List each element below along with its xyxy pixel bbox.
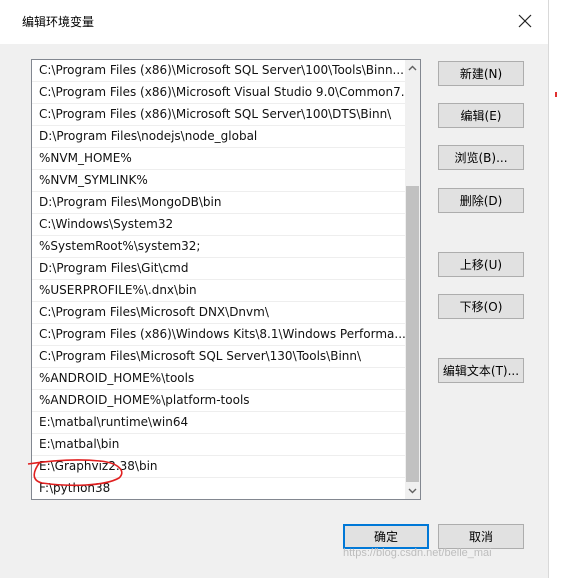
browse-button[interactable]: 浏览(B)... xyxy=(438,145,524,170)
path-list-item[interactable]: D:\Program Files\nodejs\node_global xyxy=(32,126,405,148)
path-list-item[interactable]: %USERPROFILE%\.dnx\bin xyxy=(32,280,405,302)
watermark: https://blog.csdn.net/belle_mai xyxy=(343,547,492,559)
move-up-button[interactable]: 上移(U) xyxy=(438,252,524,277)
path-list-item[interactable]: E:\matbal\runtime\win64 xyxy=(32,412,405,434)
title-bar: 编辑环境变量 xyxy=(0,0,548,44)
path-list-item[interactable]: C:\Program Files\Microsoft DNX\Dnvm\ xyxy=(32,302,405,324)
path-list-item[interactable]: D:\Program Files\Git\cmd xyxy=(32,258,405,280)
path-list-item[interactable]: %NVM_SYMLINK% xyxy=(32,170,405,192)
scroll-down-arrow[interactable] xyxy=(405,483,420,499)
path-list-item[interactable]: %ANDROID_HOME%\tools xyxy=(32,368,405,390)
path-list-item[interactable]: %SystemRoot%\system32; xyxy=(32,236,405,258)
dialog-title: 编辑环境变量 xyxy=(22,15,95,29)
path-list-item[interactable]: C:\Program Files\Microsoft SQL Server\13… xyxy=(32,346,405,368)
edit-button[interactable]: 编辑(E) xyxy=(438,103,524,128)
path-list-item[interactable]: %NVM_HOME% xyxy=(32,148,405,170)
path-list-item[interactable]: D:\Program Files\MongoDB\bin xyxy=(32,192,405,214)
path-list-item[interactable]: C:\Windows\System32 xyxy=(32,214,405,236)
move-down-button[interactable]: 下移(O) xyxy=(438,294,524,319)
red-mark xyxy=(555,92,557,97)
path-list-item[interactable]: %ANDROID_HOME%\platform-tools xyxy=(32,390,405,412)
chevron-up-icon xyxy=(408,65,417,71)
edit-text-button[interactable]: 编辑文本(T)... xyxy=(438,358,524,383)
path-list-item[interactable]: F:\python38 xyxy=(32,478,405,499)
path-list-item[interactable]: C:\Program Files (x86)\Microsoft SQL Ser… xyxy=(32,104,405,126)
delete-button[interactable]: 删除(D) xyxy=(438,188,524,213)
path-list-item[interactable]: C:\Program Files (x86)\Microsoft SQL Ser… xyxy=(32,60,405,82)
edit-environment-variable-dialog: 编辑环境变量 C:\Program Files (x86)\Microsoft … xyxy=(0,0,549,578)
path-list-item[interactable]: C:\Program Files (x86)\Microsoft Visual … xyxy=(32,82,405,104)
scroll-up-arrow[interactable] xyxy=(405,60,420,76)
scrollbar-thumb[interactable] xyxy=(406,186,419,482)
path-list-item[interactable]: E:\matbal\bin xyxy=(32,434,405,456)
path-list-item[interactable]: E:\Graphviz2.38\bin xyxy=(32,456,405,478)
path-list-item[interactable]: C:\Program Files (x86)\Windows Kits\8.1\… xyxy=(32,324,405,346)
close-icon xyxy=(518,14,532,28)
chevron-down-icon xyxy=(408,488,417,494)
vertical-scrollbar[interactable] xyxy=(405,60,420,499)
new-button[interactable]: 新建(N) xyxy=(438,61,524,86)
cancel-button[interactable]: 取消 xyxy=(438,524,524,549)
close-button[interactable] xyxy=(502,4,548,38)
path-list-items: C:\Program Files (x86)\Microsoft SQL Ser… xyxy=(32,60,405,499)
path-list[interactable]: C:\Program Files (x86)\Microsoft SQL Ser… xyxy=(31,59,421,500)
ok-button[interactable]: 确定 xyxy=(343,524,429,549)
